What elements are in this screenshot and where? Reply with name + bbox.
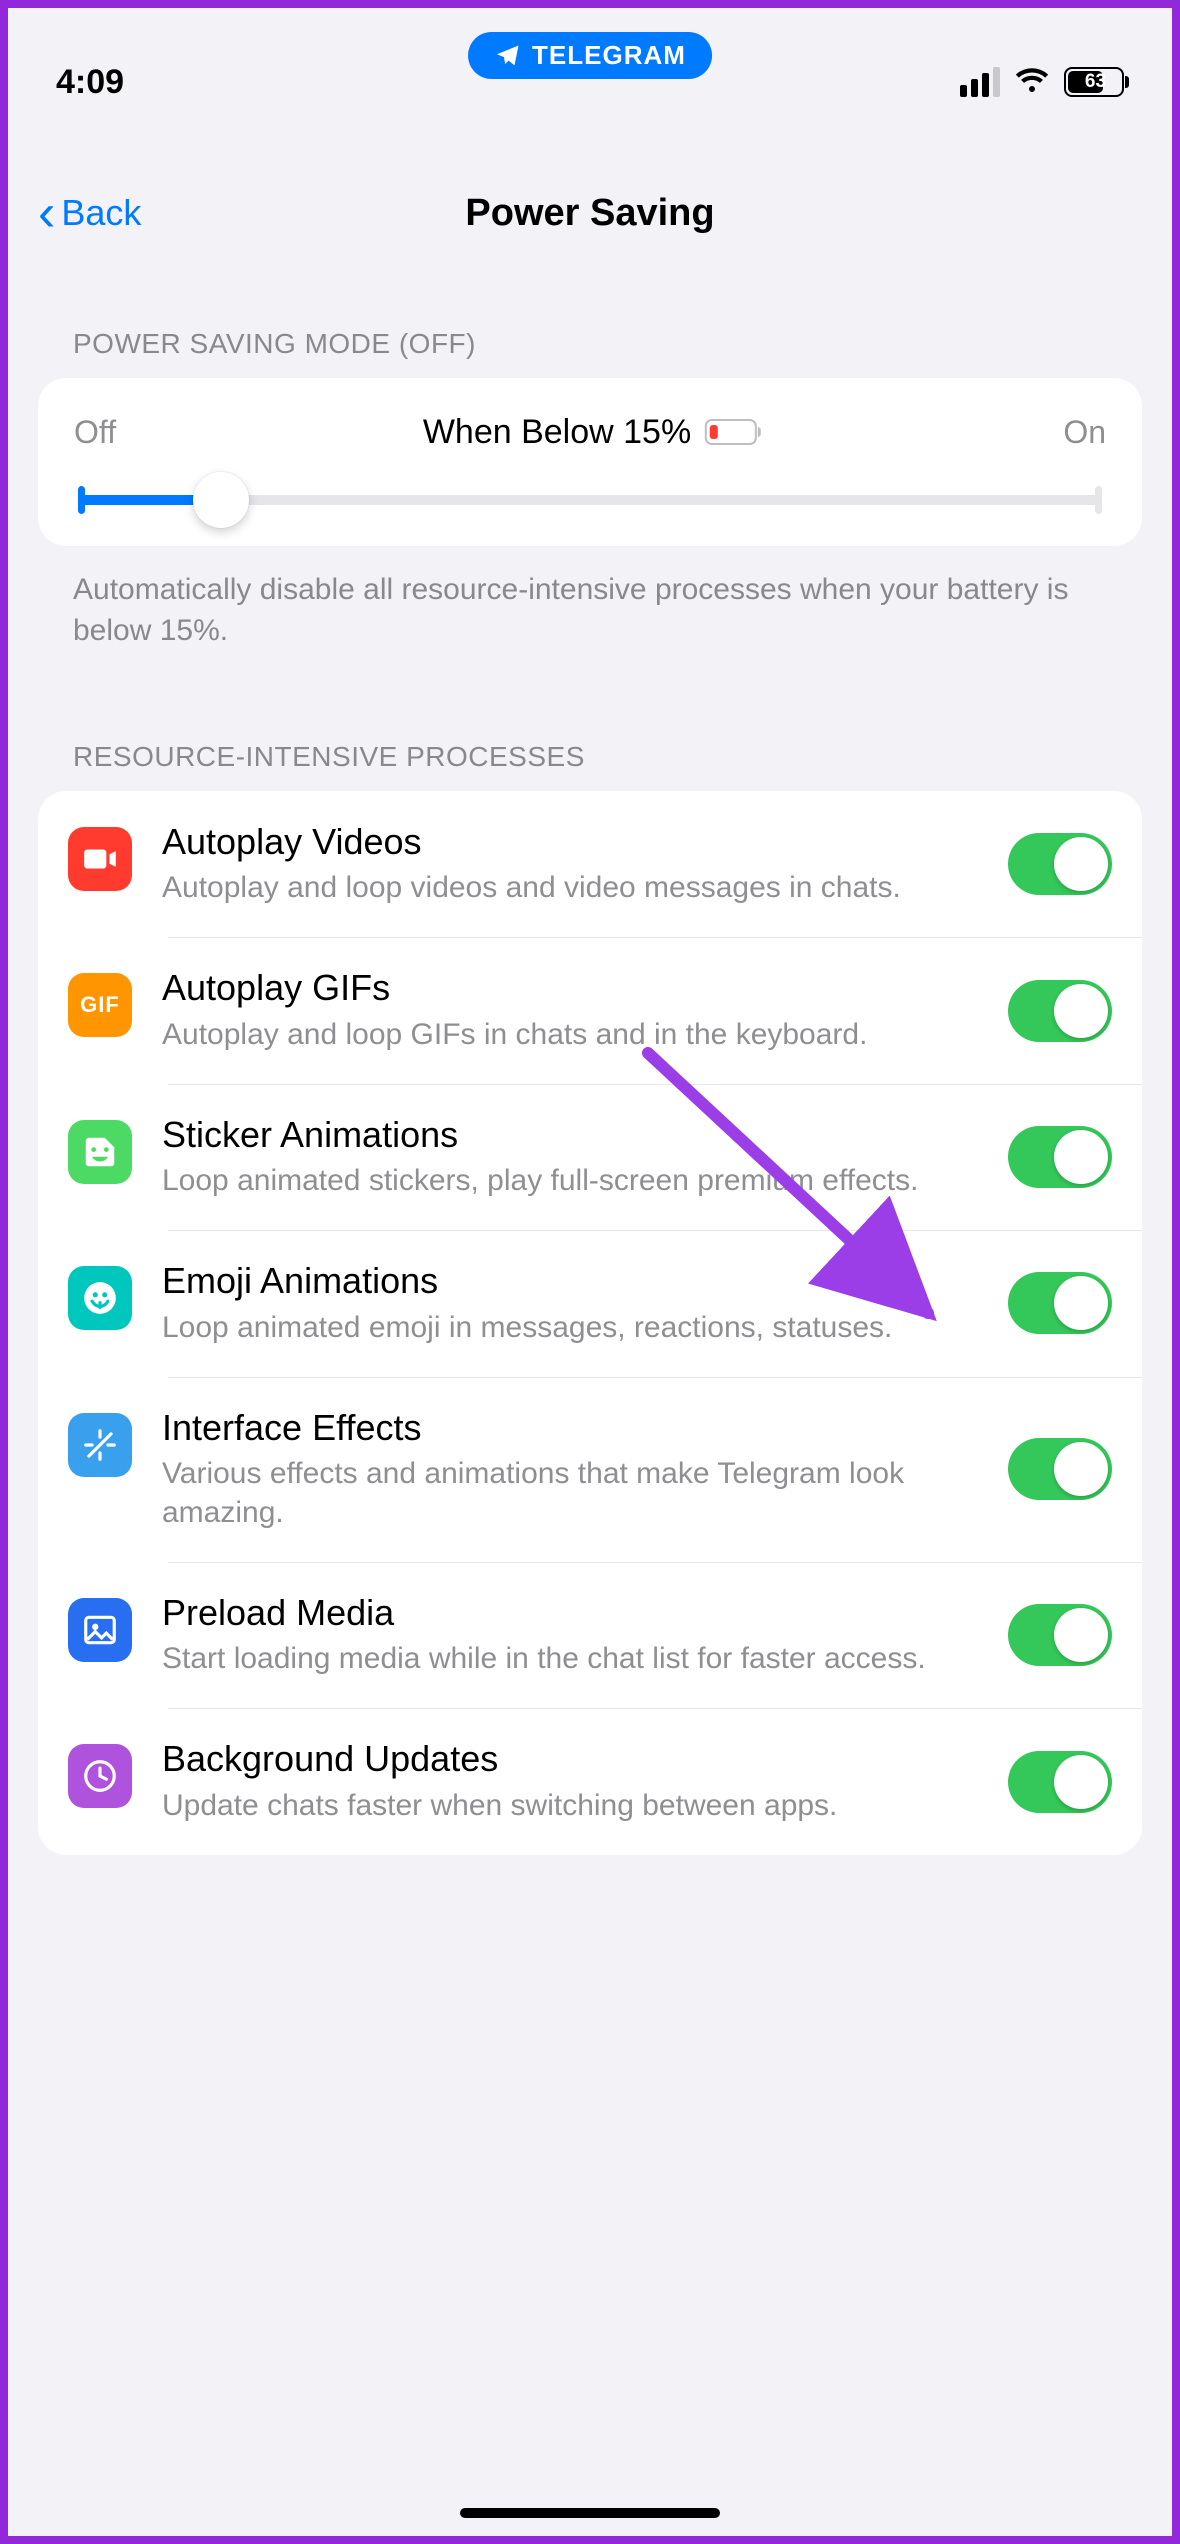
battery-percentage: 63 <box>1085 71 1106 93</box>
battery-status-icon: 63 <box>1064 67 1124 97</box>
process-text: Background Updates Update chats faster wh… <box>162 1738 1008 1824</box>
process-title: Interface Effects <box>162 1407 988 1448</box>
home-indicator[interactable] <box>460 2508 720 2518</box>
dynamic-island-telegram[interactable]: TELEGRAM <box>468 32 712 79</box>
background-updates-toggle[interactable] <box>1008 1751 1112 1813</box>
processes-header: RESOURCE-INTENSIVE PROCESSES <box>73 741 1142 773</box>
process-text: Autoplay Videos Autoplay and loop videos … <box>162 821 1008 907</box>
power-saving-slider[interactable] <box>78 494 1102 506</box>
pill-label: TELEGRAM <box>532 40 686 71</box>
power-saving-header: POWER SAVING MODE (OFF) <box>73 328 1142 360</box>
slider-on-label: On <box>1063 414 1106 451</box>
process-row-background-updates: Background Updates Update chats faster wh… <box>38 1708 1142 1854</box>
process-row-sticker-animations: Sticker Animations Loop animated stickers… <box>38 1084 1142 1230</box>
emoji-animations-icon <box>68 1266 132 1330</box>
interface-effects-toggle[interactable] <box>1008 1438 1112 1500</box>
process-text: Autoplay GIFs Autoplay and loop GIFs in c… <box>162 967 1008 1053</box>
low-battery-icon <box>705 419 757 445</box>
process-text: Sticker Animations Loop animated stickers… <box>162 1114 1008 1200</box>
process-row-emoji-animations: Emoji Animations Loop animated emoji in m… <box>38 1230 1142 1376</box>
process-title: Background Updates <box>162 1738 988 1779</box>
power-saving-footer: Automatically disable all resource-inten… <box>73 570 1107 651</box>
navigation-bar: ‹ Back Power Saving <box>8 168 1172 258</box>
process-title: Autoplay Videos <box>162 821 988 862</box>
autoplay-gifs-icon: GIF <box>68 973 132 1037</box>
autoplay-videos-toggle[interactable] <box>1008 833 1112 895</box>
back-label: Back <box>61 192 141 234</box>
wifi-icon <box>1014 62 1050 103</box>
process-row-autoplay-videos: Autoplay Videos Autoplay and loop videos … <box>38 791 1142 937</box>
chevron-left-icon: ‹ <box>38 187 55 239</box>
page-title: Power Saving <box>465 192 714 235</box>
background-updates-icon <box>68 1744 132 1808</box>
processes-section: RESOURCE-INTENSIVE PROCESSES Autoplay Vi… <box>38 741 1142 1855</box>
back-button[interactable]: ‹ Back <box>38 187 141 239</box>
preload-media-toggle[interactable] <box>1008 1604 1112 1666</box>
sticker-animations-toggle[interactable] <box>1008 1126 1112 1188</box>
autoplay-videos-icon <box>68 827 132 891</box>
power-saving-section: POWER SAVING MODE (OFF) Off When Below 1… <box>38 328 1142 651</box>
process-subtitle: Various effects and animations that make… <box>162 1454 988 1532</box>
process-text: Emoji Animations Loop animated emoji in m… <box>162 1260 1008 1346</box>
slider-off-label: Off <box>74 414 116 451</box>
interface-effects-icon <box>68 1413 132 1477</box>
process-text: Interface Effects Various effects and ani… <box>162 1407 1008 1532</box>
process-title: Autoplay GIFs <box>162 967 988 1008</box>
power-saving-slider-card: Off When Below 15% On <box>38 378 1142 546</box>
process-title: Emoji Animations <box>162 1260 988 1301</box>
slider-center-label: When Below 15% <box>423 413 757 452</box>
autoplay-gifs-toggle[interactable] <box>1008 980 1112 1042</box>
telegram-plane-icon <box>494 42 522 70</box>
process-text: Preload Media Start loading media while i… <box>162 1592 1008 1678</box>
emoji-animations-toggle[interactable] <box>1008 1272 1112 1334</box>
sticker-animations-icon <box>68 1120 132 1184</box>
process-subtitle: Update chats faster when switching betwe… <box>162 1786 988 1825</box>
slider-thumb[interactable] <box>193 472 249 528</box>
process-subtitle: Loop animated emoji in messages, reactio… <box>162 1308 988 1347</box>
process-title: Preload Media <box>162 1592 988 1633</box>
process-row-autoplay-gifs: GIF Autoplay GIFs Autoplay and loop GIFs i… <box>38 937 1142 1083</box>
cellular-signal-icon <box>960 67 1000 97</box>
process-row-preload-media: Preload Media Start loading media while i… <box>38 1562 1142 1708</box>
process-row-interface-effects: Interface Effects Various effects and ani… <box>38 1377 1142 1562</box>
processes-list: Autoplay Videos Autoplay and loop videos … <box>38 791 1142 1855</box>
process-title: Sticker Animations <box>162 1114 988 1155</box>
status-time: 4:09 <box>56 63 256 102</box>
process-subtitle: Loop animated stickers, play full-screen… <box>162 1161 988 1200</box>
process-subtitle: Autoplay and loop videos and video messa… <box>162 868 988 907</box>
preload-media-icon <box>68 1598 132 1662</box>
status-bar: 4:09 TELEGRAM 63 <box>8 8 1172 128</box>
process-subtitle: Start loading media while in the chat li… <box>162 1639 988 1678</box>
process-subtitle: Autoplay and loop GIFs in chats and in t… <box>162 1015 988 1054</box>
